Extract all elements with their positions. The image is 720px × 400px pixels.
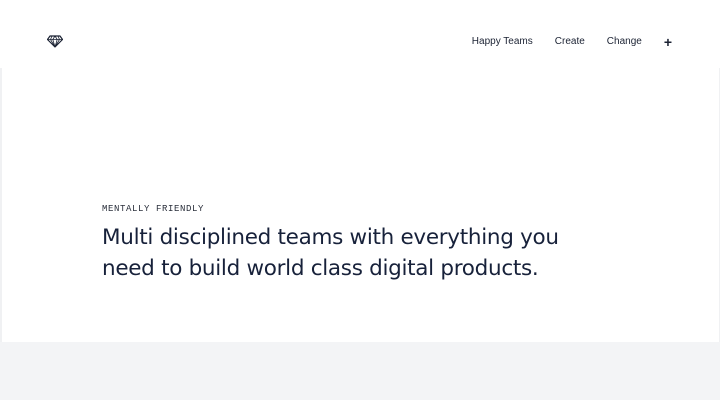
footer-band [0,342,720,400]
nav-link-change[interactable]: Change [607,36,642,48]
hero-headline: Multi disciplined teams with everything … [102,225,559,281]
nav-link-happy-teams[interactable]: Happy Teams [472,36,533,48]
nav-link-create[interactable]: Create [555,36,585,48]
hero-eyebrow: MENTALLY FRIENDLY [102,204,205,214]
menu-plus-button[interactable]: + [664,35,672,49]
diamond-icon[interactable] [47,35,63,48]
main-nav: Happy Teams Create Change + [472,35,672,49]
site-header: Happy Teams Create Change + [0,0,720,68]
